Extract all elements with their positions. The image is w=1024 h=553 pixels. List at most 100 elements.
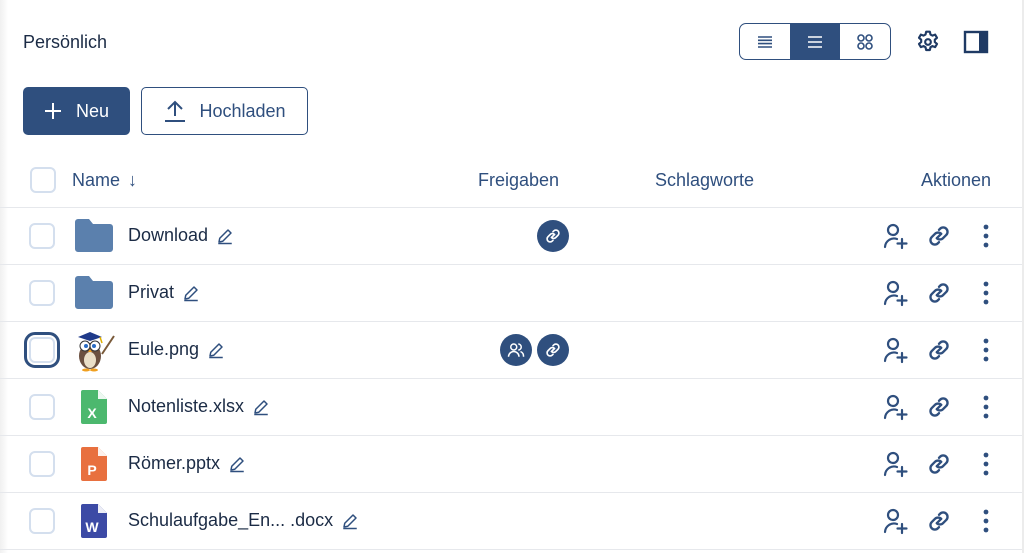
file-name-cell[interactable]: Privat bbox=[128, 282, 200, 303]
users-icon bbox=[507, 343, 525, 357]
file-name[interactable]: Schulaufgabe_En... .docx bbox=[128, 510, 333, 531]
more-vertical-icon bbox=[983, 395, 989, 419]
row-checkbox[interactable] bbox=[29, 508, 55, 534]
file-type-icon: W bbox=[72, 501, 116, 541]
copy-link-button[interactable] bbox=[923, 277, 955, 309]
table-row[interactable]: Download bbox=[0, 208, 1022, 265]
link-icon bbox=[929, 340, 949, 360]
shared-link-badge[interactable] bbox=[537, 220, 569, 252]
copy-link-button[interactable] bbox=[923, 448, 955, 480]
table-row[interactable]: Eule.png bbox=[0, 322, 1022, 379]
svg-text:X: X bbox=[87, 405, 97, 421]
view-compact-list-button[interactable] bbox=[740, 24, 790, 59]
file-type-icon: P bbox=[72, 444, 116, 484]
grid-icon bbox=[857, 33, 873, 50]
copy-link-button[interactable] bbox=[923, 220, 955, 252]
rename-pencil-icon[interactable] bbox=[207, 341, 225, 359]
row-checkbox[interactable] bbox=[24, 332, 60, 368]
more-vertical-icon bbox=[983, 224, 989, 248]
row-checkbox[interactable] bbox=[29, 280, 55, 306]
more-vertical-icon bbox=[983, 281, 989, 305]
view-grid-button[interactable] bbox=[840, 24, 890, 59]
share-with-user-button[interactable] bbox=[880, 505, 912, 537]
row-checkbox[interactable] bbox=[29, 451, 55, 477]
svg-text:W: W bbox=[85, 519, 99, 535]
table-row[interactable]: Privat bbox=[0, 265, 1022, 322]
more-vertical-icon bbox=[983, 509, 989, 533]
file-name[interactable]: Eule.png bbox=[128, 339, 199, 360]
file-name-cell[interactable]: Eule.png bbox=[128, 339, 225, 360]
rename-pencil-icon[interactable] bbox=[252, 398, 270, 416]
link-icon bbox=[546, 343, 560, 357]
svg-text:P: P bbox=[87, 462, 96, 478]
rename-pencil-icon[interactable] bbox=[182, 284, 200, 302]
table-header: Name ↓ Freigaben Schlagworte Aktionen bbox=[0, 152, 1022, 208]
link-icon bbox=[929, 454, 949, 474]
share-with-user-icon bbox=[883, 508, 908, 535]
table-row[interactable]: X Notenliste.xlsx bbox=[0, 379, 1022, 436]
file-type-icon bbox=[72, 273, 116, 313]
copy-link-button[interactable] bbox=[923, 334, 955, 366]
file-name[interactable]: Notenliste.xlsx bbox=[128, 396, 244, 417]
column-actions: Aktionen bbox=[921, 170, 992, 190]
table-row[interactable]: P Römer.pptx bbox=[0, 436, 1022, 493]
column-name: Name bbox=[72, 170, 121, 190]
file-name[interactable]: Download bbox=[128, 225, 208, 246]
share-with-user-button[interactable] bbox=[880, 220, 912, 252]
share-with-user-button[interactable] bbox=[880, 334, 912, 366]
file-name[interactable]: Römer.pptx bbox=[128, 453, 220, 474]
more-actions-button[interactable] bbox=[970, 334, 1002, 366]
more-actions-button[interactable] bbox=[970, 220, 1002, 252]
link-icon bbox=[546, 229, 560, 243]
more-actions-button[interactable] bbox=[970, 277, 1002, 309]
owl-image-thumbnail bbox=[78, 332, 115, 372]
folder-icon bbox=[75, 219, 113, 252]
shared-link-badge[interactable] bbox=[537, 334, 569, 366]
plus-icon bbox=[44, 103, 61, 119]
rename-pencil-icon[interactable] bbox=[228, 455, 246, 473]
shared-users-badge[interactable] bbox=[500, 334, 532, 366]
copy-link-button[interactable] bbox=[923, 391, 955, 423]
file-type-icon bbox=[72, 216, 116, 256]
link-icon bbox=[929, 511, 949, 531]
select-all-checkbox[interactable] bbox=[30, 167, 56, 193]
copy-link-button[interactable] bbox=[923, 505, 955, 537]
more-actions-button[interactable] bbox=[970, 391, 1002, 423]
file-name-cell[interactable]: Schulaufgabe_En... .docx bbox=[128, 510, 359, 531]
docx-file-icon: W bbox=[81, 504, 107, 538]
file-name-cell[interactable]: Römer.pptx bbox=[128, 453, 246, 474]
column-tags: Schlagworte bbox=[655, 170, 755, 190]
row-checkbox[interactable] bbox=[29, 223, 55, 249]
rename-pencil-icon[interactable] bbox=[216, 227, 234, 245]
rename-pencil-icon[interactable] bbox=[341, 512, 359, 530]
share-with-user-button[interactable] bbox=[880, 448, 912, 480]
xlsx-file-icon: X bbox=[81, 390, 107, 424]
more-actions-button[interactable] bbox=[970, 505, 1002, 537]
settings-button[interactable] bbox=[912, 26, 944, 58]
row-checkbox[interactable] bbox=[29, 394, 55, 420]
share-with-user-icon bbox=[883, 394, 908, 421]
file-name[interactable]: Privat bbox=[128, 282, 174, 303]
new-button[interactable]: Neu bbox=[23, 87, 130, 135]
file-type-icon: X bbox=[72, 387, 116, 427]
link-icon bbox=[929, 283, 949, 303]
page-title: Persönlich bbox=[23, 32, 108, 52]
link-icon bbox=[929, 397, 949, 417]
table-row[interactable]: W Schulaufgabe_En... .docx bbox=[0, 493, 1022, 550]
list-icon bbox=[808, 35, 822, 48]
sidebar-toggle-button[interactable] bbox=[960, 26, 992, 58]
file-name-cell[interactable]: Notenliste.xlsx bbox=[128, 396, 270, 417]
share-with-user-icon bbox=[883, 337, 908, 364]
share-with-user-button[interactable] bbox=[880, 391, 912, 423]
more-actions-button[interactable] bbox=[970, 448, 1002, 480]
more-vertical-icon bbox=[983, 338, 989, 362]
share-with-user-icon bbox=[883, 280, 908, 307]
file-name-cell[interactable]: Download bbox=[128, 225, 234, 246]
view-list-button[interactable] bbox=[790, 24, 840, 59]
share-with-user-button[interactable] bbox=[880, 277, 912, 309]
upload-button[interactable]: Hochladen bbox=[141, 87, 308, 135]
sidebar-panel-icon bbox=[963, 30, 989, 54]
link-icon bbox=[929, 226, 949, 246]
new-button-label: Neu bbox=[75, 100, 110, 121]
column-name-sort[interactable]: Name ↓ bbox=[72, 170, 137, 191]
